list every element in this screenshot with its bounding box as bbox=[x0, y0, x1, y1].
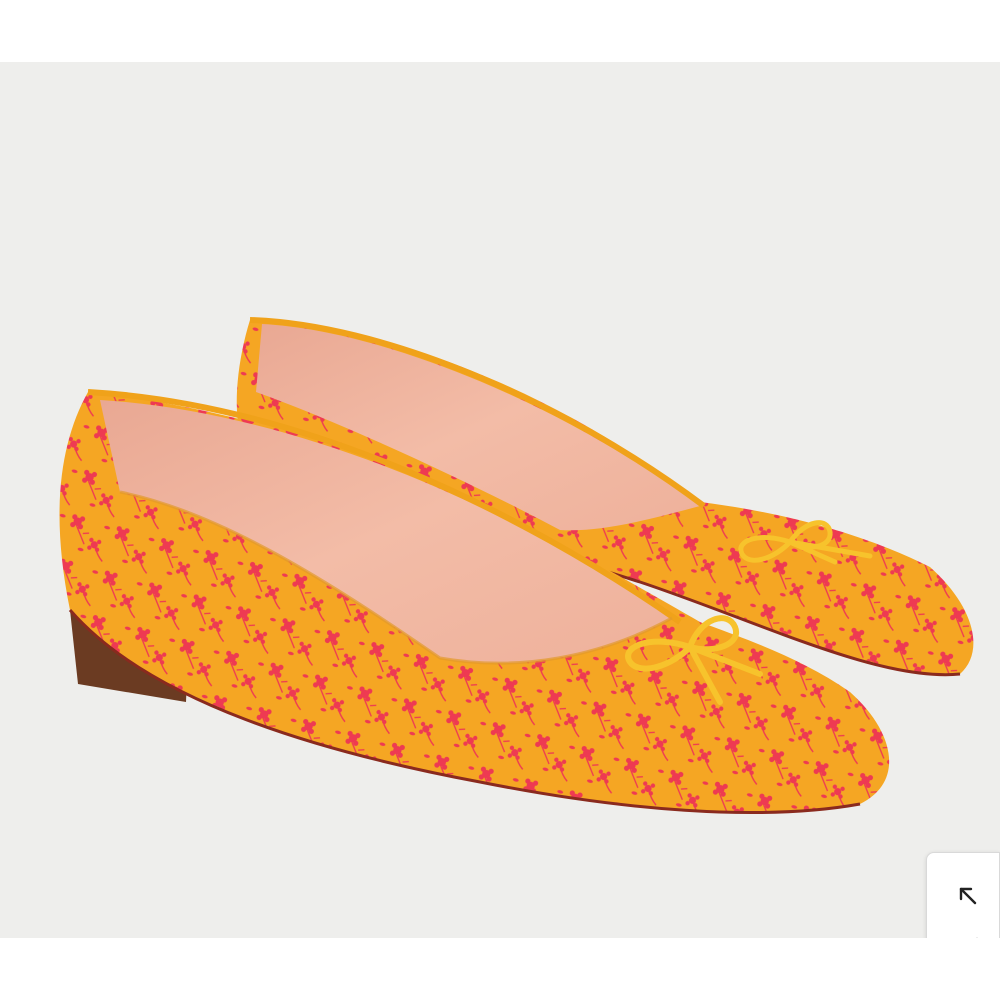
product-image-viewer[interactable] bbox=[0, 62, 1000, 938]
arrow-up-left-icon bbox=[959, 887, 977, 905]
arrow-down-left-icon bbox=[976, 937, 978, 938]
expand-image-button[interactable] bbox=[926, 852, 1000, 938]
product-image bbox=[59, 317, 974, 814]
